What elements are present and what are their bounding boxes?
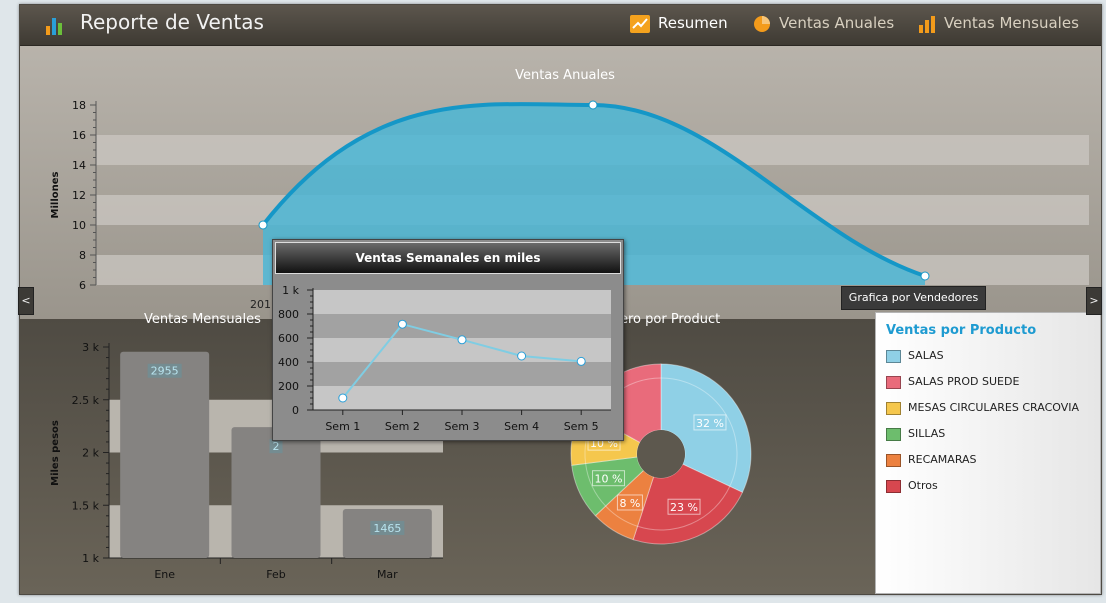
monthly-bar-value: 2955 — [151, 365, 179, 378]
scroll-right-button[interactable]: > — [1086, 287, 1102, 315]
pie-center-hole — [637, 430, 685, 478]
weekly-x-tick-label: Sem 4 — [504, 420, 539, 433]
pie-slice-label: 8 % — [619, 497, 640, 510]
product-chart-title: ero por Product — [620, 312, 720, 327]
weekly-y-tick-label: 600 — [278, 332, 299, 345]
legend-item: RECAMARAS — [886, 453, 977, 467]
monthly-bar-value: 2 — [273, 440, 280, 453]
weekly-grid-band — [313, 290, 611, 314]
annual-y-tick-label: 18 — [72, 99, 86, 112]
monthly-y-tick-label: 2.5 k — [72, 394, 100, 407]
pie-slice-label: 23 % — [670, 501, 698, 514]
legend-item: MESAS CIRCULARES CRACOVIA — [886, 401, 1079, 415]
annual-data-point — [920, 271, 930, 281]
weekly-y-tick-label: 200 — [278, 380, 299, 393]
weekly-y-tick-label: 800 — [278, 308, 299, 321]
legend-title: Ventas por Producto — [886, 323, 1037, 338]
weekly-data-point — [517, 351, 527, 361]
monthly-bar — [120, 351, 210, 558]
legend-swatch — [886, 479, 901, 493]
monthly-x-tick-label: Ene — [154, 568, 175, 581]
pie-slice-label: 10 % — [595, 473, 623, 486]
legend-label: Otros — [908, 479, 938, 492]
monthly-bar-value: 1465 — [373, 522, 401, 535]
monthly-y-axis-label: Miles pesos — [50, 420, 61, 486]
legend-swatch — [886, 427, 901, 441]
legend-label: SALAS — [908, 349, 944, 362]
annual-y-axis-label: Millones — [50, 171, 61, 218]
annual-data-point — [258, 220, 268, 230]
app-window: Reporte de Ventas Resumen Ventas Anuales… — [19, 4, 1102, 595]
product-legend: Ventas por Producto SALAS SALAS PROD SUED… — [875, 312, 1101, 594]
weekly-data-point — [576, 356, 586, 366]
monthly-x-tick-label: Mar — [377, 568, 398, 581]
monthly-chart-title: Ventas Mensuales — [144, 312, 261, 327]
monthly-y-tick-label: 1.5 k — [72, 499, 100, 512]
legend-label: MESAS CIRCULARES CRACOVIA — [908, 401, 1080, 414]
annual-y-tick-label: 12 — [72, 189, 86, 202]
legend-item: SALAS — [886, 349, 944, 363]
vendor-chart-button[interactable]: Grafica por Vendedores — [841, 286, 986, 310]
scroll-left-button[interactable]: < — [18, 287, 34, 315]
legend-swatch — [886, 349, 901, 363]
monthly-y-tick-label: 2 k — [82, 447, 99, 460]
monthly-y-tick-label: 3 k — [82, 341, 99, 354]
annual-y-tick-label: 6 — [79, 279, 86, 292]
weekly-sales-popup[interactable]: Ventas Semanales en miles 0 200 400 600 800 1… — [272, 239, 624, 441]
weekly-x-tick-label: Sem 5 — [564, 420, 599, 433]
weekly-x-tick-label: Sem 3 — [445, 420, 480, 433]
annual-y-tick-label: 8 — [79, 249, 86, 262]
legend-item: SALAS PROD SUEDE — [886, 375, 1019, 389]
annual-y-tick-label: 16 — [72, 129, 86, 142]
annual-chart-title: Ventas Anuales — [515, 68, 615, 83]
legend-swatch — [886, 401, 901, 415]
weekly-y-tick-label: 1 k — [282, 284, 299, 297]
monthly-y-tick-label: 1 k — [82, 552, 99, 565]
legend-swatch — [886, 375, 901, 389]
weekly-data-point — [397, 319, 407, 329]
annual-data-point — [588, 100, 598, 110]
weekly-data-point — [457, 335, 467, 345]
weekly-x-tick-label: Sem 2 — [385, 420, 420, 433]
pie-slice-label: 32 % — [696, 417, 724, 430]
weekly-y-tick-label: 0 — [292, 404, 299, 417]
weekly-x-tick-label: Sem 1 — [325, 420, 360, 433]
annual-y-tick-label: 10 — [72, 219, 86, 232]
weekly-data-point — [338, 393, 348, 403]
weekly-grid-band — [313, 386, 611, 410]
weekly-line-chart: 0 200 400 600 800 1 k Sem 1 Sem 2 Sem 3 Sem 4 Sem … — [278, 284, 611, 433]
legend-label: SILLAS — [908, 427, 946, 440]
legend-label: RECAMARAS — [908, 453, 977, 466]
legend-swatch — [886, 453, 901, 467]
monthly-x-tick-label: Feb — [266, 568, 285, 581]
legend-item: SILLAS — [886, 427, 945, 441]
legend-label: SALAS PROD SUEDE — [908, 375, 1020, 388]
annual-y-tick-label: 14 — [72, 159, 86, 172]
annual-x-tick-label: 201 — [250, 298, 271, 311]
legend-item: Otros — [886, 479, 938, 493]
weekly-y-tick-label: 400 — [278, 356, 299, 369]
